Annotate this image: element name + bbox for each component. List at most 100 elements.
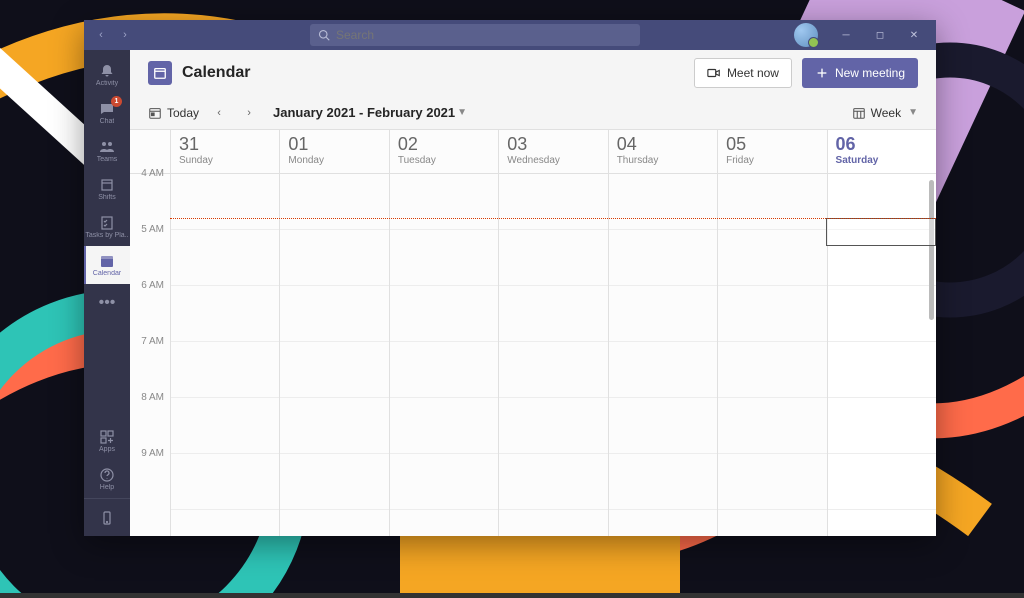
hour-cell[interactable]	[280, 342, 388, 398]
day-header[interactable]: 31Sunday	[171, 130, 279, 174]
time-label: 8 AM	[130, 392, 170, 448]
hour-cell[interactable]	[280, 398, 388, 454]
hour-cell[interactable]	[499, 454, 607, 510]
hour-cell[interactable]	[171, 454, 279, 510]
hour-cell[interactable]	[171, 342, 279, 398]
hour-cell[interactable]	[171, 286, 279, 342]
hour-cell[interactable]	[280, 454, 388, 510]
day-header[interactable]: 02Tuesday	[390, 130, 498, 174]
search-box[interactable]	[310, 24, 640, 46]
hour-cell[interactable]	[828, 398, 936, 454]
hour-cell[interactable]	[499, 342, 607, 398]
sidebar-item-apps[interactable]: Apps	[84, 422, 130, 460]
sidebar-item-tasks[interactable]: Tasks by Pla..	[84, 208, 130, 246]
hour-cell[interactable]	[609, 230, 717, 286]
hour-cell[interactable]	[280, 230, 388, 286]
day-column[interactable]: 02Tuesday	[389, 130, 498, 536]
hour-cell[interactable]	[171, 510, 279, 536]
hour-cell[interactable]	[390, 174, 498, 230]
hour-cell[interactable]	[718, 342, 826, 398]
hour-cell[interactable]	[718, 230, 826, 286]
day-column[interactable]: 01Monday	[279, 130, 388, 536]
sidebar-item-calendar[interactable]: Calendar	[84, 246, 130, 284]
new-meeting-button[interactable]: New meeting	[802, 58, 918, 88]
hour-cell[interactable]	[499, 510, 607, 536]
hour-cell[interactable]	[390, 342, 498, 398]
day-column[interactable]: 03Wednesday	[498, 130, 607, 536]
hour-cell[interactable]	[718, 286, 826, 342]
hour-cell[interactable]	[499, 174, 607, 230]
hour-cell[interactable]	[280, 174, 388, 230]
hour-cell[interactable]	[609, 342, 717, 398]
day-column[interactable]: 05Friday	[717, 130, 826, 536]
phone-icon	[99, 510, 115, 526]
view-selector[interactable]: Week ▼	[852, 106, 918, 120]
sidebar-label: Chat	[100, 118, 115, 125]
chevron-down-icon: ▼	[457, 107, 467, 118]
hour-cell[interactable]	[718, 398, 826, 454]
day-column[interactable]: 06Saturday	[827, 130, 936, 536]
hour-cell[interactable]	[499, 230, 607, 286]
hour-cell[interactable]	[499, 398, 607, 454]
day-header[interactable]: 05Friday	[718, 130, 826, 174]
hour-cell[interactable]	[609, 286, 717, 342]
date-range[interactable]: January 2021 - February 2021 ▼	[269, 105, 467, 120]
hour-cell[interactable]	[499, 286, 607, 342]
hour-cell[interactable]	[390, 286, 498, 342]
hour-cell[interactable]	[390, 454, 498, 510]
day-header[interactable]: 03Wednesday	[499, 130, 607, 174]
maximize-button[interactable]: ◻	[866, 21, 894, 49]
day-number: 05	[726, 134, 818, 155]
sidebar-more[interactable]: •••	[84, 284, 130, 322]
bell-icon	[99, 63, 115, 79]
hour-cell[interactable]	[280, 286, 388, 342]
sidebar-item-activity[interactable]: Activity	[84, 56, 130, 94]
hour-cell[interactable]	[390, 398, 498, 454]
day-header[interactable]: 06Saturday	[828, 130, 936, 174]
hour-cell[interactable]	[609, 398, 717, 454]
back-button[interactable]: ‹	[92, 26, 110, 44]
prev-button[interactable]: ‹	[209, 103, 229, 123]
day-header[interactable]: 04Thursday	[609, 130, 717, 174]
day-column[interactable]: 31Sunday	[170, 130, 279, 536]
minimize-button[interactable]: ─	[832, 21, 860, 49]
forward-button[interactable]: ›	[116, 26, 134, 44]
search-input[interactable]	[336, 28, 632, 42]
hour-cell[interactable]	[390, 510, 498, 536]
hour-cell[interactable]	[828, 454, 936, 510]
user-avatar[interactable]	[794, 23, 818, 47]
sidebar-item-mobile[interactable]	[84, 498, 130, 536]
sidebar-item-shifts[interactable]: Shifts	[84, 170, 130, 208]
time-label: 4 AM	[130, 168, 170, 224]
hour-cell[interactable]	[609, 454, 717, 510]
day-header[interactable]: 01Monday	[280, 130, 388, 174]
shifts-icon	[99, 177, 115, 193]
sidebar-item-teams[interactable]: Teams	[84, 132, 130, 170]
sidebar-item-help[interactable]: Help	[84, 460, 130, 498]
week-view-icon	[852, 106, 866, 120]
sidebar-item-chat[interactable]: 1 Chat	[84, 94, 130, 132]
hour-cell[interactable]	[609, 174, 717, 230]
close-button[interactable]: ✕	[900, 21, 928, 49]
hour-cell[interactable]	[609, 510, 717, 536]
day-column[interactable]: 04Thursday	[608, 130, 717, 536]
scrollbar[interactable]	[929, 180, 934, 320]
hour-cell[interactable]	[280, 510, 388, 536]
hour-cell[interactable]	[828, 286, 936, 342]
meet-now-button[interactable]: Meet now	[694, 58, 792, 88]
current-time-slot[interactable]	[826, 218, 936, 246]
hour-cell[interactable]	[828, 342, 936, 398]
hour-cell[interactable]	[718, 174, 826, 230]
next-button[interactable]: ›	[239, 103, 259, 123]
today-button[interactable]: Today	[148, 106, 199, 120]
calendar-grid[interactable]: 4 AM5 AM6 AM7 AM8 AM9 AM 31Sunday01Monda…	[130, 130, 936, 536]
hour-cell[interactable]	[171, 230, 279, 286]
calendar-icon	[99, 253, 115, 269]
hour-cell[interactable]	[390, 230, 498, 286]
hour-cell[interactable]	[828, 510, 936, 536]
hour-cell[interactable]	[718, 454, 826, 510]
calendar-toolbar: Today ‹ › January 2021 - February 2021 ▼…	[130, 96, 936, 130]
hour-cell[interactable]	[171, 398, 279, 454]
hour-cell[interactable]	[171, 174, 279, 230]
hour-cell[interactable]	[718, 510, 826, 536]
